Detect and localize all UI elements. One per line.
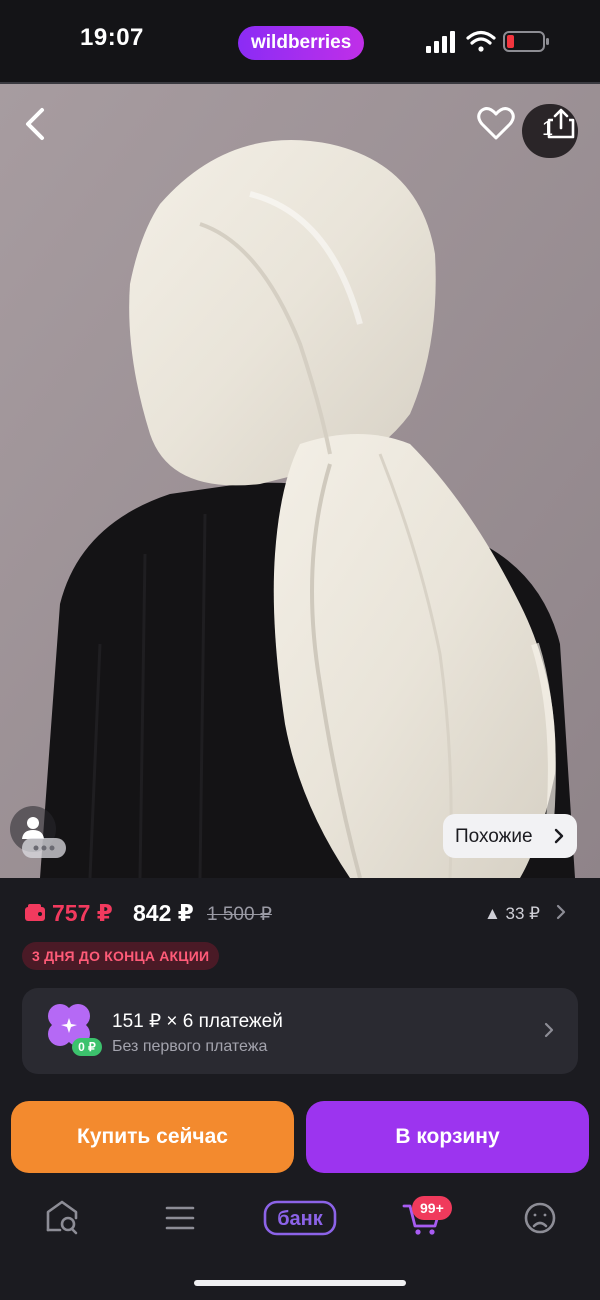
- cart-count-badge: 99+: [412, 1196, 452, 1220]
- home-search-icon: [46, 1200, 78, 1235]
- share-icon: [547, 108, 575, 139]
- brand-badge: wildberries: [238, 26, 365, 60]
- chevron-right-icon[interactable]: [556, 904, 566, 920]
- favorite-button[interactable]: [476, 106, 516, 142]
- status-bar: 19:07 wildberries: [0, 0, 600, 82]
- status-icons: [426, 30, 549, 53]
- chevron-right-icon: [554, 828, 564, 844]
- bank-icon: банк: [263, 1200, 337, 1236]
- wifi-icon: [466, 30, 496, 52]
- product-image[interactable]: [0, 84, 600, 878]
- heart-icon: [477, 107, 515, 140]
- chevron-right-icon: [544, 1022, 554, 1038]
- old-price: 1 500 ₽: [207, 904, 272, 925]
- product-photo: [0, 84, 600, 878]
- dots-icon: [33, 845, 55, 851]
- buy-now-button[interactable]: Купить сейчас: [11, 1101, 294, 1173]
- profile-icon: [524, 1202, 556, 1234]
- gallery-indicator: [22, 838, 66, 858]
- tab-bar: банк: [0, 1186, 600, 1256]
- similar-button[interactable]: Похожие: [443, 814, 577, 858]
- price-delta[interactable]: ▲ 33 ₽: [484, 904, 540, 924]
- tab-catalog[interactable]: [160, 1186, 200, 1246]
- catalog-icon: [165, 1206, 195, 1230]
- back-arrow-icon: [26, 108, 44, 140]
- tab-profile[interactable]: [520, 1186, 560, 1246]
- bank-label: банк: [277, 1208, 324, 1230]
- tab-home[interactable]: [42, 1186, 82, 1246]
- share-button[interactable]: 1: [522, 104, 578, 158]
- wallet-price: 757 ₽: [52, 900, 113, 926]
- similar-label: Похожие: [455, 826, 533, 847]
- installment-title: 151 ₽ × 6 платежей: [112, 1011, 283, 1032]
- wallet-icon: [25, 904, 45, 921]
- status-time: 19:07: [80, 24, 144, 51]
- back-button[interactable]: [18, 104, 54, 144]
- installment-badge: 0 ₽: [78, 1040, 96, 1054]
- battery-low-icon: [503, 31, 549, 52]
- home-indicator[interactable]: [194, 1280, 406, 1286]
- price-row: 757 ₽ 842 ₽ 1 500 ₽ ▲ 33 ₽: [0, 896, 600, 936]
- tab-bank[interactable]: банк: [262, 1186, 338, 1246]
- installment-subtitle: Без первого платежа: [112, 1038, 268, 1055]
- price: 842 ₽: [133, 900, 194, 926]
- clover-icon: 0 ₽: [48, 1004, 102, 1056]
- promo-badge: 3 ДНЯ ДО КОНЦА АКЦИИ: [22, 942, 220, 970]
- signal-icon: [426, 31, 455, 53]
- add-to-cart-button[interactable]: В корзину: [306, 1101, 589, 1173]
- installment-card[interactable]: 0 ₽ 151 ₽ × 6 платежей Без первого плате…: [22, 988, 578, 1074]
